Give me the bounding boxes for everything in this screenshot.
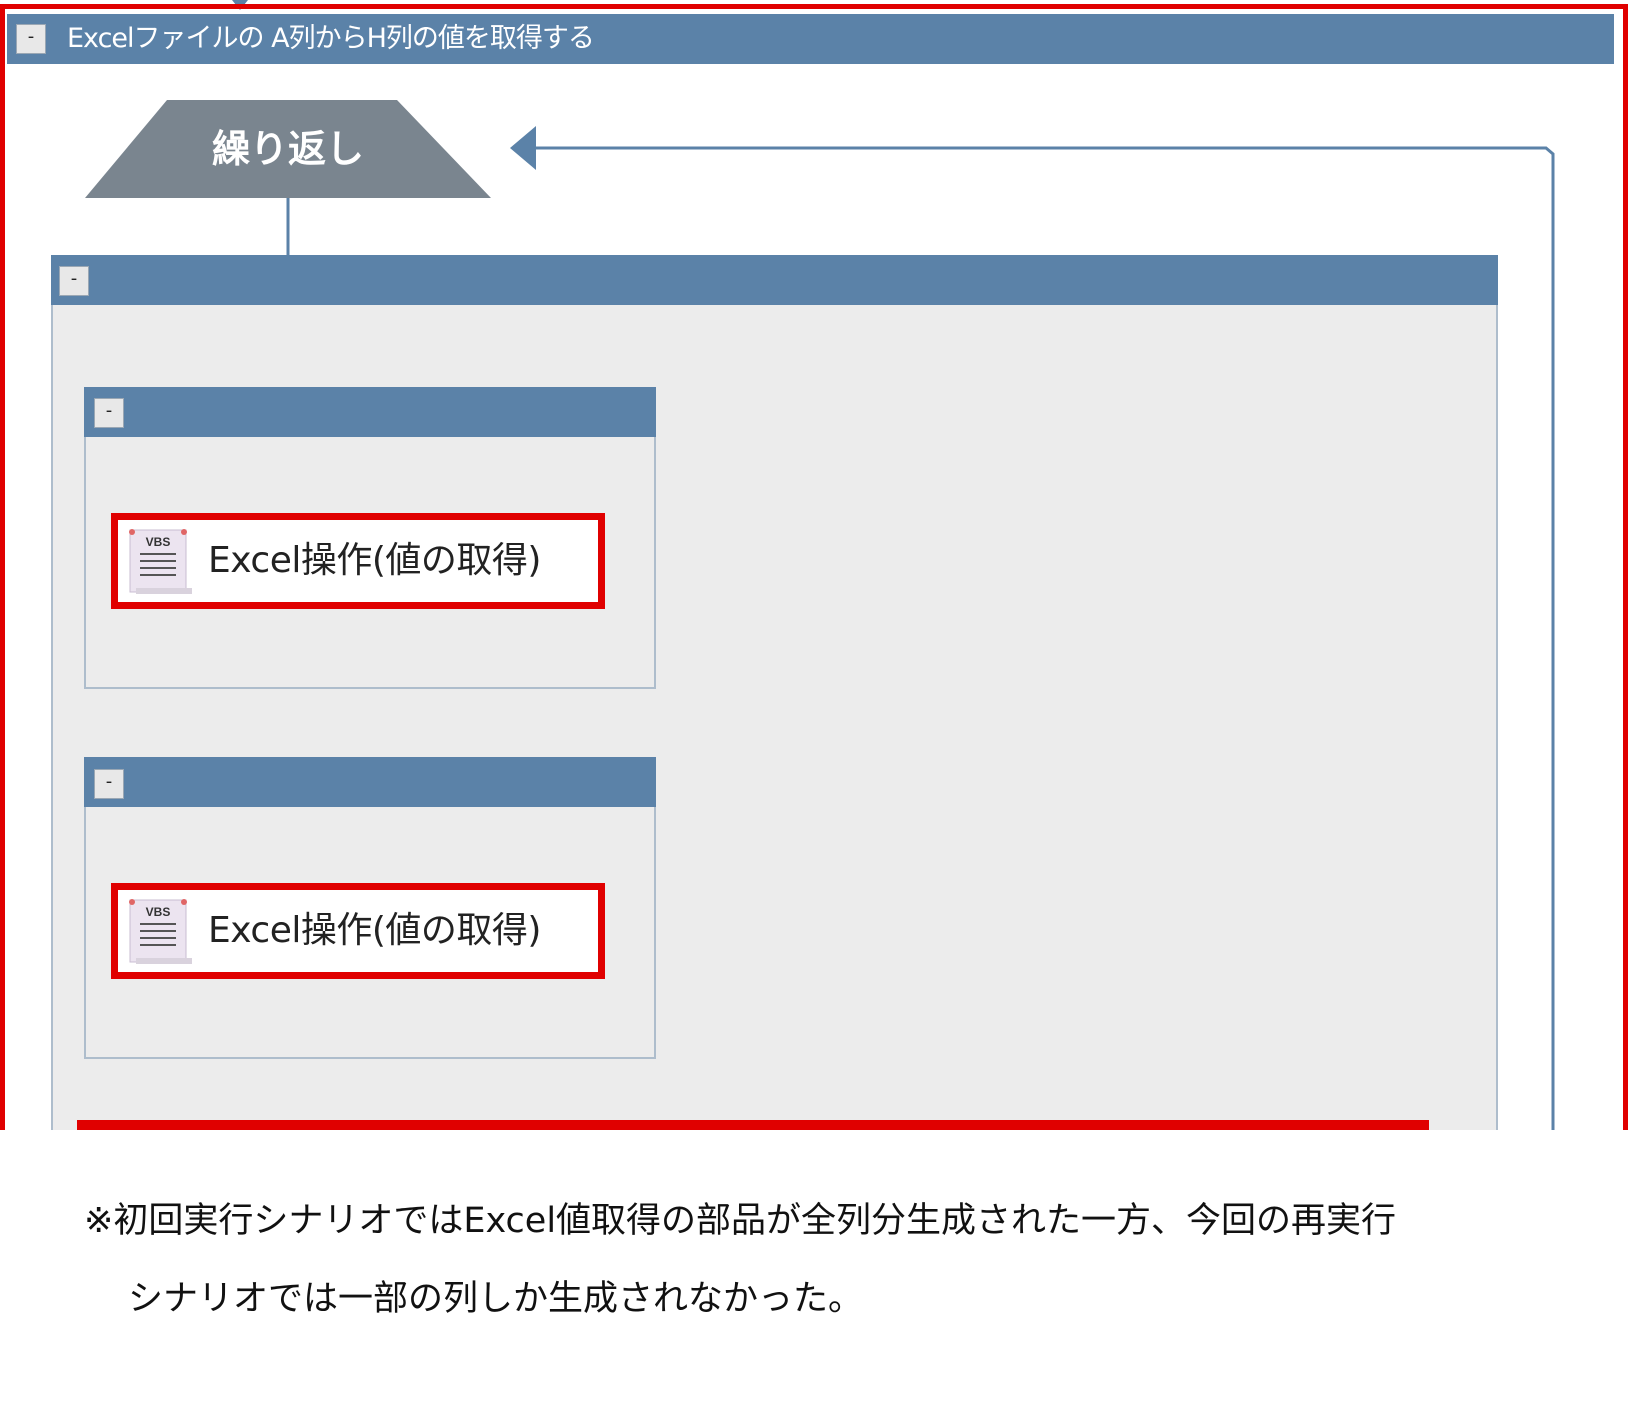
note-line-2: シナリオでは一部の列しか生成されなかった。 xyxy=(128,1279,864,1319)
inner-group-header[interactable]: - xyxy=(51,255,1498,305)
outer-group-header[interactable]: - Excelファイルの A列からH列の値を取得する xyxy=(7,14,1614,64)
excel-get-value-action-2[interactable]: VBS Excel操作(値の取得) xyxy=(111,883,605,979)
sub-group-2-collapse-toggle[interactable]: - xyxy=(94,769,124,799)
sub-group-2-header[interactable]: - xyxy=(84,757,656,807)
next-element-highlight-edge xyxy=(77,1120,1429,1130)
sub-group-1-collapse-toggle[interactable]: - xyxy=(94,398,124,428)
action-label-1: Excel操作(値の取得) xyxy=(208,540,541,581)
excel-get-value-action-1[interactable]: VBS Excel操作(値の取得) xyxy=(111,513,605,609)
outer-group-title: Excelファイルの A列からH列の値を取得する xyxy=(67,23,595,54)
note-line-1: ※初回実行シナリオではExcel値取得の部品が全列分生成された一方、今回の再実行 xyxy=(84,1201,1397,1241)
sub-group-1-header[interactable]: - xyxy=(84,387,656,437)
vbs-script-icon: VBS xyxy=(129,529,192,594)
vbs-icon-text: VBS xyxy=(146,535,171,549)
inner-collapse-toggle[interactable]: - xyxy=(59,266,89,296)
action-label-2: Excel操作(値の取得) xyxy=(208,910,541,951)
vbs-icon-text: VBS xyxy=(146,905,171,919)
loop-label: 繰り返し xyxy=(211,127,364,171)
vbs-script-icon: VBS xyxy=(129,899,192,964)
outer-collapse-toggle[interactable]: - xyxy=(16,24,46,54)
